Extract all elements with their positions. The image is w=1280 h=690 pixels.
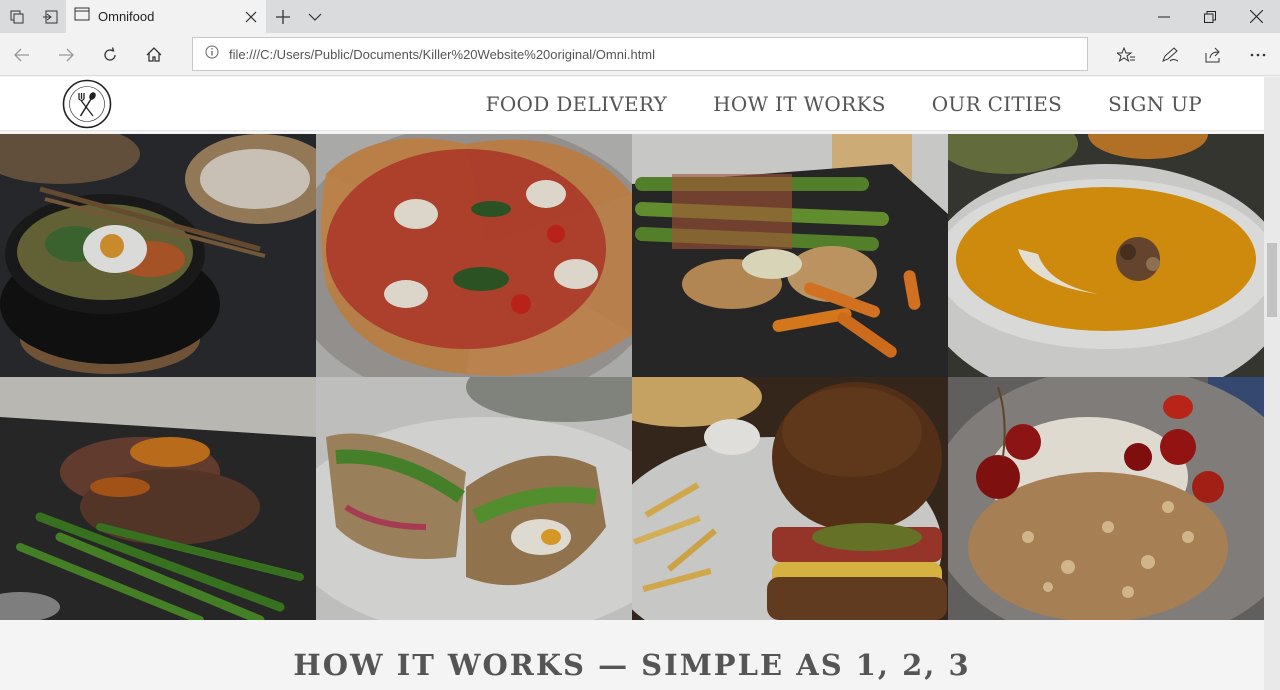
close-tab-icon[interactable] [236,0,266,33]
page-scrollbar[interactable] [1264,77,1280,690]
forward-icon[interactable] [44,33,88,76]
tabs-icon[interactable] [0,0,33,33]
set-aside-icon[interactable] [33,0,66,33]
page-viewport: FOOD DELIVERY HOW IT WORKS OUR CITIES SI… [0,77,1280,690]
pen-icon[interactable] [1148,33,1192,76]
share-icon[interactable] [1192,33,1236,76]
how-it-works-heading: HOW IT WORKS — SIMPLE AS 1, 2, 3 [293,648,971,682]
bibimbap-photo [0,134,316,377]
tab-title: Omnifood [98,9,155,24]
scrollbar-thumb[interactable] [1267,243,1277,317]
granola-cherries-photo [948,377,1264,620]
minimize-icon[interactable] [1141,0,1187,33]
site-header: FOOD DELIVERY HOW IT WORKS OUR CITIES SI… [0,77,1264,131]
nav-how-it-works[interactable]: HOW IT WORKS [713,92,886,116]
url-text: file:///C:/Users/Public/Documents/Killer… [229,46,656,62]
nav-sign-up[interactable]: SIGN UP [1108,92,1202,116]
address-bar-row: file:///C:/Users/Public/Documents/Killer… [0,33,1280,76]
pumpkin-soup-photo [948,134,1264,377]
home-icon[interactable] [132,33,176,76]
meals-showcase [0,134,1264,620]
browser-tab[interactable]: Omnifood [66,0,266,33]
nav-food-delivery[interactable]: FOOD DELIVERY [486,92,667,116]
pizza-photo [316,134,632,377]
main-nav: FOOD DELIVERY HOW IT WORKS OUR CITIES SI… [486,77,1202,131]
omnifood-logo[interactable] [62,79,112,129]
refresh-icon[interactable] [88,33,132,76]
nav-our-cities[interactable]: OUR CITIES [932,92,1062,116]
restore-icon[interactable] [1187,0,1233,33]
sandwich-photo [316,377,632,620]
back-icon[interactable] [0,33,44,76]
favorites-icon[interactable] [1104,33,1148,76]
chicken-asparagus-photo [632,134,948,377]
burger-fries-photo [632,377,948,620]
browser-tab-bar: Omnifood [0,0,1280,33]
steak-green-beans-photo [0,377,316,620]
url-field[interactable]: file:///C:/Users/Public/Documents/Killer… [192,37,1088,71]
close-icon[interactable] [1233,0,1279,33]
more-icon[interactable] [1236,33,1280,76]
info-icon[interactable] [205,45,219,64]
new-tab-icon[interactable] [266,0,299,33]
chevron-down-icon[interactable] [298,0,331,33]
page-icon [74,7,90,26]
